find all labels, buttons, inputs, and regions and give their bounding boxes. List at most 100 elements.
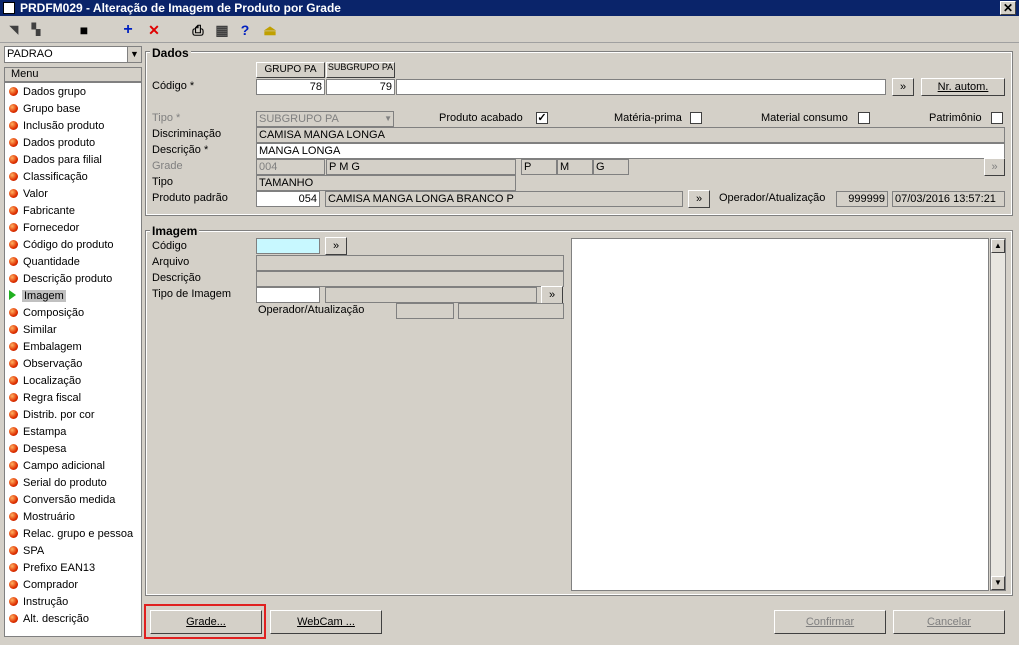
sidebar-item[interactable]: Dados para filial (9, 152, 102, 169)
scroll-down-icon[interactable]: ▼ (991, 576, 1005, 590)
sidebar-item[interactable]: Prefixo EAN13 (9, 560, 95, 577)
profile-combo-value: PADRAO (7, 48, 53, 60)
materia-prima-checkbox[interactable] (690, 112, 702, 124)
material-consumo-checkbox[interactable] (858, 112, 870, 124)
col-subgrupo-pa[interactable]: SUBGRUPO PA (326, 62, 395, 78)
sidebar-item[interactable]: Despesa (9, 441, 66, 458)
sidebar-item-label: Alt. descrição (23, 613, 90, 625)
bullet-icon (9, 427, 18, 436)
grade-button[interactable]: Grade... (150, 610, 262, 634)
sidebar-item[interactable]: Regra fiscal (9, 390, 81, 407)
sidebar-item[interactable]: Classificação (9, 169, 88, 186)
produto-padrao-lookup-button[interactable]: » (688, 190, 710, 208)
patrimonio-label: Patrimônio (929, 112, 982, 124)
codigo-grupo-field[interactable]: 78 (256, 79, 325, 95)
sidebar-item[interactable]: Composição (9, 305, 84, 322)
bullet-icon (9, 172, 18, 181)
sidebar-item[interactable]: Serial do produto (9, 475, 107, 492)
image-scrollbar[interactable]: ▲ ▼ (990, 238, 1006, 591)
bullet-icon (9, 563, 18, 572)
imagem-codigo-field[interactable] (256, 238, 320, 254)
exit-icon[interactable]: ⏏ (262, 22, 278, 38)
grade-desc-field: P M G (326, 159, 516, 175)
codigo-subgrupo-field[interactable]: 79 (326, 79, 395, 95)
bullet-icon (9, 529, 18, 538)
print-icon[interactable]: ⎙ (190, 22, 206, 38)
sidebar-item[interactable]: Embalagem (9, 339, 82, 356)
confirmar-button[interactable]: Confirmar (774, 610, 886, 634)
imagem-codigo-lookup-button[interactable]: » (325, 237, 347, 255)
tipo-select[interactable]: SUBGRUPO PA ▼ (256, 111, 394, 127)
save-icon[interactable]: ■ (76, 22, 92, 38)
sidebar-item-label: Classificação (23, 171, 88, 183)
sidebar-item[interactable]: Dados grupo (9, 84, 86, 101)
produto-acabado-label: Produto acabado (439, 112, 523, 124)
bullet-icon (9, 461, 18, 470)
sidebar-item-label: Localização (23, 375, 82, 387)
help-icon[interactable]: ? (237, 22, 253, 38)
sidebar-item[interactable]: Quantidade (9, 254, 80, 271)
delete-icon[interactable]: ✕ (146, 22, 162, 38)
sidebar-item[interactable]: Campo adicional (9, 458, 105, 475)
descricao-field[interactable]: MANGA LONGA (256, 143, 1005, 159)
sidebar-item[interactable]: Grupo base (9, 101, 80, 118)
sidebar-item-label: Mostruário (23, 511, 75, 523)
sidebar-item[interactable]: Estampa (9, 424, 66, 441)
scroll-up-icon[interactable]: ▲ (991, 239, 1005, 253)
sidebar-item-label: Regra fiscal (23, 392, 82, 404)
sidebar-item-label: Imagem (22, 290, 66, 302)
sidebar-item-label: Observação (23, 358, 83, 370)
produto-acabado-checkbox[interactable]: ✓ (536, 112, 548, 124)
sidebar-item[interactable]: Observação (9, 356, 82, 373)
add-icon[interactable]: + (120, 22, 136, 38)
bullet-icon (9, 597, 18, 606)
sidebar-item[interactable]: Descrição produto (9, 271, 112, 288)
toolbar: ◥ ▚ ■ + ✕ ⎙ ▦ ? ⏏ (0, 17, 1019, 43)
copy-icon[interactable]: ▚ (28, 22, 44, 38)
nr-autom-button[interactable]: Nr. autom. (921, 78, 1005, 96)
sidebar-item-label: Campo adicional (23, 460, 105, 472)
sidebar-item[interactable]: Imagem (9, 288, 66, 305)
calculator-icon[interactable]: ▦ (214, 22, 230, 38)
sidebar-item[interactable]: Comprador (9, 577, 78, 594)
produto-padrao-code-field[interactable]: 054 (256, 191, 320, 207)
sidebar-item[interactable]: Código do produto (9, 237, 114, 254)
profile-combo[interactable]: PADRAO ▼ (4, 46, 142, 63)
webcam-button[interactable]: WebCam ... (270, 610, 382, 634)
close-button[interactable]: ✕ (1000, 1, 1016, 15)
col-grupo-pa[interactable]: GRUPO PA (256, 62, 325, 78)
produto-padrao-desc-field: CAMISA MANGA LONGA BRANCO P (325, 191, 683, 207)
sidebar-item-label: Fabricante (23, 205, 75, 217)
sidebar-item[interactable]: Valor (9, 186, 48, 203)
sidebar-item[interactable]: Instrução (9, 594, 68, 611)
operador-field: 999999 (836, 191, 888, 207)
tipo-imagem-lookup-button[interactable]: » (541, 286, 563, 304)
sidebar-item[interactable]: Distrib. por cor (9, 407, 95, 424)
sidebar-item[interactable]: Conversão medida (9, 492, 115, 509)
sidebar-item[interactable]: Alt. descrição (9, 611, 89, 628)
chevron-down-icon[interactable]: ▼ (127, 47, 141, 62)
grade-size-g: G (593, 159, 629, 175)
atualizacao-field: 07/03/2016 13:57:21 (892, 191, 1005, 207)
sidebar-item[interactable]: SPA (9, 543, 44, 560)
sidebar-item[interactable]: Dados produto (9, 135, 95, 152)
grade-button-label: Grade... (186, 616, 226, 628)
grade-lookup-button[interactable]: » (984, 158, 1005, 176)
sidebar-item[interactable]: Localização (9, 373, 81, 390)
discriminacao-label: Discriminação (152, 128, 222, 140)
codigo-lookup-button[interactable]: » (892, 78, 914, 96)
sidebar-item[interactable]: Fabricante (9, 203, 75, 220)
tipo-select-value: SUBGRUPO PA (259, 113, 339, 125)
tipo-imagem-label: Tipo de Imagem (152, 288, 232, 300)
cancelar-button[interactable]: Cancelar (893, 610, 1005, 634)
sidebar-item[interactable]: Mostruário (9, 509, 75, 526)
codigo-extra-field[interactable] (396, 79, 886, 95)
sidebar-item[interactable]: Similar (9, 322, 57, 339)
sidebar-item[interactable]: Relac. grupo e pessoa (9, 526, 133, 543)
patrimonio-checkbox[interactable] (991, 112, 1003, 124)
sidebar-item[interactable]: Fornecedor (9, 220, 79, 237)
webcam-button-label: WebCam ... (297, 616, 355, 628)
navigate-icon[interactable]: ◥ (6, 22, 22, 38)
tipo-imagem-code-field[interactable] (256, 287, 320, 303)
sidebar-item[interactable]: Inclusão produto (9, 118, 104, 135)
